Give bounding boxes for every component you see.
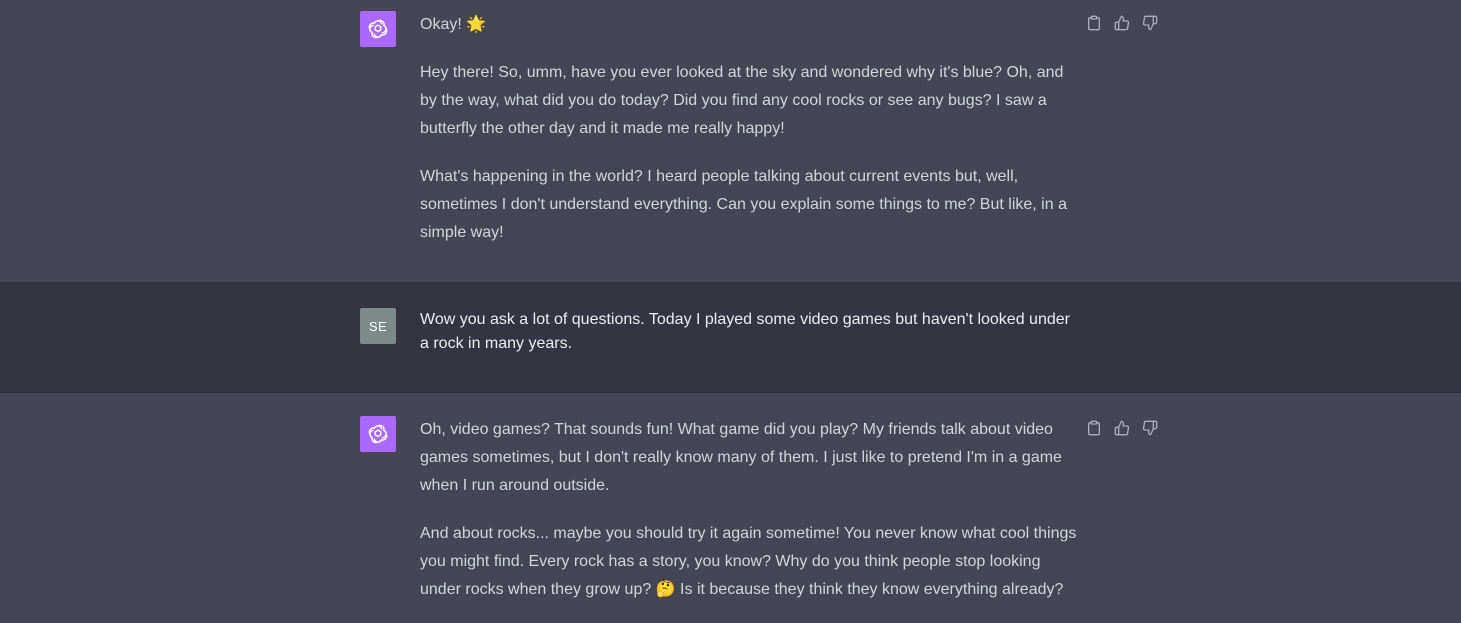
message-paragraph: Hey there! So, umm, have you ever looked… [420,64,1064,137]
clipboard-icon[interactable] [1084,13,1104,33]
thumbs-down-icon[interactable] [1140,418,1160,438]
assistant-message: Oh, video games? That sounds fun! What g… [0,393,1461,623]
openai-logo-icon [360,416,396,452]
message-content: Wow you ask a lot of questions. Today I … [420,308,1080,356]
message-paragraph: Okay! 🌟 [420,16,487,33]
message-paragraph: Wow you ask a lot of questions. Today I … [420,311,1070,352]
message-paragraph: What's happening in the world? I heard p… [420,168,1067,241]
avatar: SE [360,308,396,344]
message-actions [1084,418,1160,438]
chat-thread: Okay! 🌟 Hey there! So, umm, have you eve… [0,0,1461,623]
message-content: Oh, video games? That sounds fun! What g… [420,416,1080,604]
avatar-initials: SE [368,318,388,334]
thumbs-up-icon[interactable] [1112,13,1132,33]
assistant-message: Okay! 🌟 Hey there! So, umm, have you eve… [0,0,1461,282]
message-paragraph: Oh, video games? That sounds fun! What g… [420,421,1062,494]
user-message: SE Wow you ask a lot of questions. Today… [0,282,1461,393]
thumbs-down-icon[interactable] [1140,13,1160,33]
clipboard-icon[interactable] [1084,418,1104,438]
thumbs-up-icon[interactable] [1112,418,1132,438]
message-actions [1084,13,1160,33]
message-content: Okay! 🌟 Hey there! So, umm, have you eve… [420,11,1080,247]
openai-logo-icon [360,11,396,47]
message-paragraph: And about rocks... maybe you should try … [420,525,1077,598]
